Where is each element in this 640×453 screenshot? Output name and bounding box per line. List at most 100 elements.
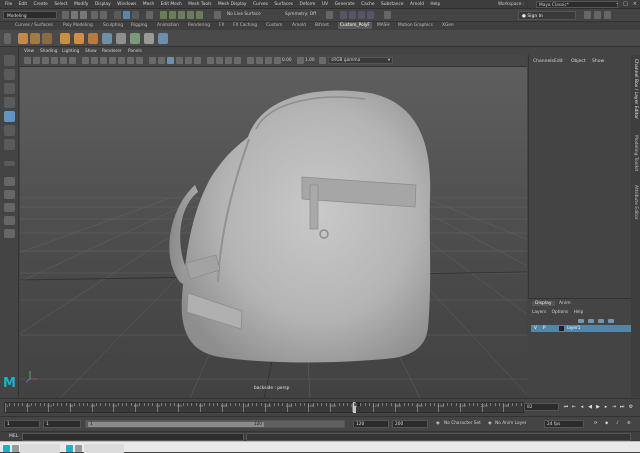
graph-layout-icon[interactable] bbox=[4, 229, 15, 238]
motion-blur-icon[interactable] bbox=[216, 57, 223, 64]
select-object-icon[interactable] bbox=[123, 11, 130, 19]
menu-substance[interactable]: Substance bbox=[381, 2, 403, 7]
universal-manipulator-icon[interactable] bbox=[4, 139, 15, 150]
new-layer-selected-icon[interactable] bbox=[588, 319, 594, 323]
shelf-tool-8-icon[interactable] bbox=[116, 33, 126, 44]
menu-mesh-tools[interactable]: Mesh Tools bbox=[188, 2, 211, 7]
shelf-tool-11-icon[interactable] bbox=[158, 33, 168, 44]
shelf-tab-mash[interactable]: MASH bbox=[377, 23, 390, 28]
image-plane-icon[interactable] bbox=[51, 57, 58, 64]
exposure-field[interactable]: 0.00 bbox=[282, 58, 292, 63]
animation-start-field[interactable]: 1 bbox=[4, 420, 40, 428]
layer-menu-options[interactable]: Options bbox=[552, 310, 569, 315]
panel-menu-view[interactable]: View bbox=[24, 49, 34, 54]
shelf-tool-2-icon[interactable] bbox=[30, 33, 40, 44]
depth-of-field-icon[interactable] bbox=[234, 57, 241, 64]
side-tab-attribute-editor[interactable]: Attribute Editor bbox=[633, 185, 638, 220]
shelf-tab-poly-modeling[interactable]: Poly Modeling bbox=[63, 23, 93, 28]
symmetry-label[interactable]: Symmetry: Off bbox=[285, 12, 316, 17]
paint-select-tool-icon[interactable] bbox=[4, 83, 15, 94]
exposure-icon[interactable] bbox=[274, 57, 281, 64]
ipr-render-icon[interactable] bbox=[349, 11, 356, 19]
perspective-viewport[interactable]: backside : persp bbox=[20, 67, 527, 398]
shelf-tab-fx-caching[interactable]: FX Caching bbox=[233, 23, 257, 28]
range-slider[interactable]: 1 120 bbox=[85, 420, 345, 428]
shelf-tool-9-icon[interactable] bbox=[130, 33, 140, 44]
sign-in-button[interactable]: ● Sign In bbox=[518, 11, 576, 20]
channel-box-menu-edit[interactable]: Edit bbox=[554, 59, 563, 64]
command-input[interactable] bbox=[22, 433, 244, 441]
gamma-field[interactable]: 1.00 bbox=[305, 58, 315, 63]
snap-view-plane-icon[interactable] bbox=[187, 11, 194, 19]
go-to-start-icon[interactable]: ⏮ bbox=[563, 404, 569, 410]
gamma-icon[interactable] bbox=[297, 57, 304, 64]
menu-cache[interactable]: Cache bbox=[361, 2, 374, 7]
loop-icon[interactable]: ⟳ bbox=[594, 421, 598, 426]
step-back-frame-icon[interactable]: ◂ bbox=[579, 404, 585, 410]
panel-menu-panels[interactable]: Panels bbox=[128, 49, 142, 54]
undo-icon[interactable] bbox=[91, 11, 98, 19]
menu-edit[interactable]: Edit bbox=[19, 2, 27, 7]
layer-visibility-toggle[interactable]: V bbox=[534, 326, 537, 331]
menu-mesh[interactable]: Mesh bbox=[143, 2, 154, 7]
save-scene-icon[interactable] bbox=[80, 11, 87, 19]
film-gate-icon[interactable] bbox=[91, 57, 98, 64]
animation-end-field[interactable]: 200 bbox=[392, 420, 428, 428]
layer-color-swatch[interactable] bbox=[559, 326, 564, 331]
snap-curve-icon[interactable] bbox=[169, 11, 176, 19]
anim-layer-icon[interactable]: ◉ bbox=[488, 421, 492, 426]
layer-tab-anim[interactable]: Anim bbox=[559, 301, 571, 306]
panel-menu-shading[interactable]: Shading bbox=[40, 49, 57, 54]
taskbar-window-icon-2[interactable] bbox=[75, 445, 82, 452]
layer-row[interactable]: V P layer1 bbox=[531, 325, 631, 332]
range-slider-handle[interactable]: 1 120 bbox=[88, 422, 264, 427]
menu-surfaces[interactable]: Surfaces bbox=[274, 2, 293, 7]
wireframe-icon[interactable] bbox=[149, 57, 156, 64]
shelf-tab-custom[interactable]: Custom bbox=[266, 23, 282, 28]
safe-title-icon[interactable] bbox=[136, 57, 143, 64]
select-camera-icon[interactable] bbox=[24, 57, 31, 64]
menu-curves[interactable]: Curves bbox=[253, 2, 268, 7]
time-ruler[interactable]: 1102030405060708090100110120130140150160… bbox=[4, 402, 531, 413]
toggle-channel-box-icon[interactable] bbox=[604, 11, 611, 19]
character-set-label[interactable]: No Character Set bbox=[444, 421, 481, 426]
wireframe-on-shaded-icon[interactable] bbox=[167, 57, 174, 64]
maya-taskbar-icon[interactable] bbox=[3, 445, 10, 452]
layer-tab-display[interactable]: Display bbox=[532, 301, 555, 306]
shelf-tool-3-icon[interactable] bbox=[42, 33, 52, 44]
shelf-tool-1-icon[interactable] bbox=[18, 33, 28, 44]
menu-windows[interactable]: Windows bbox=[117, 2, 136, 7]
step-back-key-icon[interactable]: ⇤ bbox=[571, 404, 577, 410]
shelf-tab-custom-polyf[interactable]: Custom_PolyF bbox=[338, 22, 372, 29]
snap-grid-icon[interactable] bbox=[160, 11, 167, 19]
grease-pencil-icon[interactable] bbox=[69, 57, 76, 64]
shelf-tab-bifrost[interactable]: Bifrost bbox=[315, 23, 329, 28]
maya-taskbar-icon-2[interactable] bbox=[66, 445, 73, 452]
gate-mask-icon[interactable] bbox=[109, 57, 116, 64]
outliner-layout-icon[interactable] bbox=[4, 216, 15, 225]
layer-name[interactable]: layer1 bbox=[567, 326, 581, 331]
render-settings-icon[interactable] bbox=[358, 11, 365, 19]
menu-uv[interactable]: UV bbox=[322, 2, 328, 7]
shelf-tab-fx[interactable]: FX bbox=[219, 23, 224, 28]
menu-select[interactable]: Select bbox=[54, 2, 67, 7]
field-chart-icon[interactable] bbox=[118, 57, 125, 64]
move-layer-down-icon[interactable] bbox=[608, 319, 614, 323]
layer-menu-layers[interactable]: Layers bbox=[532, 310, 546, 315]
channel-box-menu-show[interactable]: Show bbox=[592, 59, 604, 64]
redo-icon[interactable] bbox=[100, 11, 107, 19]
single-pane-layout-icon[interactable] bbox=[4, 177, 15, 186]
four-pane-layout-icon[interactable] bbox=[4, 190, 15, 199]
shelf-tab-sculpting[interactable]: Sculpting bbox=[103, 23, 123, 28]
shelf-tool-7-icon[interactable] bbox=[102, 33, 112, 44]
live-surface-icon[interactable] bbox=[214, 11, 221, 19]
color-management-icon[interactable] bbox=[319, 57, 326, 64]
snap-point-icon[interactable] bbox=[178, 11, 185, 19]
shadows-icon[interactable] bbox=[194, 57, 201, 64]
shelf-tool-10-icon[interactable] bbox=[144, 33, 154, 44]
playback-end-field[interactable]: 120 bbox=[353, 420, 389, 428]
2d-pan-zoom-icon[interactable] bbox=[60, 57, 67, 64]
menu-create[interactable]: Create bbox=[34, 2, 48, 7]
menu-arnold[interactable]: Arnold bbox=[410, 2, 424, 7]
shelf-tab-xgen[interactable]: XGen bbox=[442, 23, 454, 28]
